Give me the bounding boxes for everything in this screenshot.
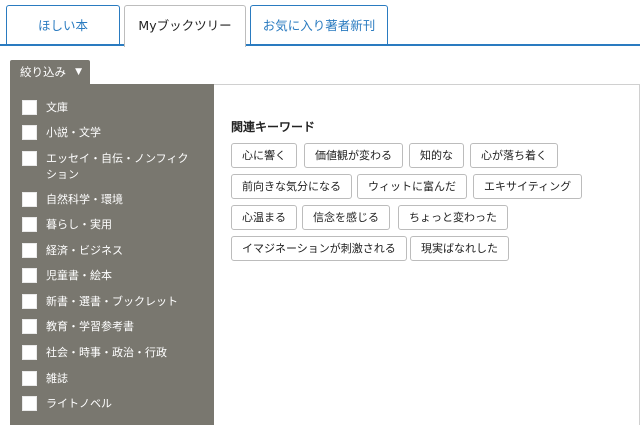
- category-label: 経済・ビジネス: [46, 244, 123, 257]
- category-checkbox[interactable]: [22, 371, 37, 386]
- related-keywords-title: 関連キーワード: [231, 120, 316, 134]
- category-item[interactable]: 経済・ビジネス: [22, 243, 196, 259]
- filter-button[interactable]: 絞り込み ▼: [10, 60, 90, 84]
- category-item[interactable]: 雑誌: [22, 371, 196, 387]
- tab-underline: [0, 44, 640, 46]
- filter-label: 絞り込み: [20, 65, 66, 79]
- category-item[interactable]: 教育・学習参考書: [22, 319, 196, 335]
- keyword-chip[interactable]: 信念を感じる: [302, 205, 390, 230]
- category-label: 新書・選書・ブックレット: [46, 295, 178, 308]
- keyword-chip[interactable]: 心温まる: [231, 205, 297, 230]
- category-checkbox[interactable]: [22, 100, 37, 115]
- category-checkbox[interactable]: [22, 243, 37, 258]
- category-label: 小説・文学: [46, 126, 101, 139]
- keyword-chip[interactable]: イマジネーションが刺激される: [231, 236, 407, 261]
- keyword-chip[interactable]: エキサイティング: [473, 174, 583, 199]
- category-item[interactable]: 自然科学・環境: [22, 192, 196, 208]
- category-label: 児童書・絵本: [46, 269, 112, 282]
- caret-down-icon: ▼: [75, 67, 82, 77]
- category-label: 文庫: [46, 101, 68, 114]
- category-checkbox[interactable]: [22, 268, 37, 283]
- category-item[interactable]: 小説・文学: [22, 125, 196, 141]
- category-sidebar: 文庫 小説・文学 エッセイ・自伝・ノンフィクション 自然科学・環境 暮らし・実用…: [10, 84, 214, 425]
- category-label: ライトノベル: [46, 397, 112, 410]
- category-label: エッセイ・自伝・ノンフィクション: [46, 152, 189, 181]
- category-item[interactable]: 文庫: [22, 100, 196, 116]
- category-checkbox[interactable]: [22, 319, 37, 334]
- keyword-chip[interactable]: ウィットに富んだ: [357, 174, 467, 199]
- category-item[interactable]: 暮らし・実用: [22, 217, 196, 233]
- category-label: 自然科学・環境: [46, 193, 123, 206]
- keyword-chip[interactable]: ちょっと変わった: [398, 205, 508, 230]
- category-checkbox[interactable]: [22, 151, 37, 166]
- category-item[interactable]: ライトノベル: [22, 396, 196, 412]
- category-label: 社会・時事・政治・行政: [46, 346, 167, 359]
- category-item[interactable]: エッセイ・自伝・ノンフィクション: [22, 151, 196, 183]
- category-label: 暮らし・実用: [46, 218, 112, 231]
- category-item[interactable]: 児童書・絵本: [22, 268, 196, 284]
- keyword-chip[interactable]: 現実ばなれした: [410, 236, 509, 261]
- category-checkbox[interactable]: [22, 192, 37, 207]
- keyword-chip[interactable]: 心に響く: [231, 143, 297, 168]
- category-checkbox[interactable]: [22, 294, 37, 309]
- tab-wishlist[interactable]: ほしい本: [6, 5, 120, 46]
- category-checkbox[interactable]: [22, 217, 37, 232]
- category-label: 雑誌: [46, 372, 68, 385]
- category-label: 教育・学習参考書: [46, 320, 134, 333]
- category-checkbox[interactable]: [22, 125, 37, 140]
- category-item[interactable]: 社会・時事・政治・行政: [22, 345, 196, 361]
- tab-bar: ほしい本 Myブックツリー お気に入り著者新刊: [0, 0, 640, 47]
- category-checkbox[interactable]: [22, 396, 37, 411]
- category-item[interactable]: 新書・選書・ブックレット: [22, 294, 196, 310]
- tab-favorite-authors-new[interactable]: お気に入り著者新刊: [250, 5, 388, 46]
- keyword-chip[interactable]: 前向きな気分になる: [231, 174, 352, 199]
- keyword-chip[interactable]: 知的な: [409, 143, 464, 168]
- tab-my-book-tree[interactable]: Myブックツリー: [124, 5, 246, 47]
- keyword-chip[interactable]: 心が落ち着く: [470, 143, 558, 168]
- keyword-chip[interactable]: 価値観が変わる: [304, 143, 403, 168]
- category-checkbox[interactable]: [22, 345, 37, 360]
